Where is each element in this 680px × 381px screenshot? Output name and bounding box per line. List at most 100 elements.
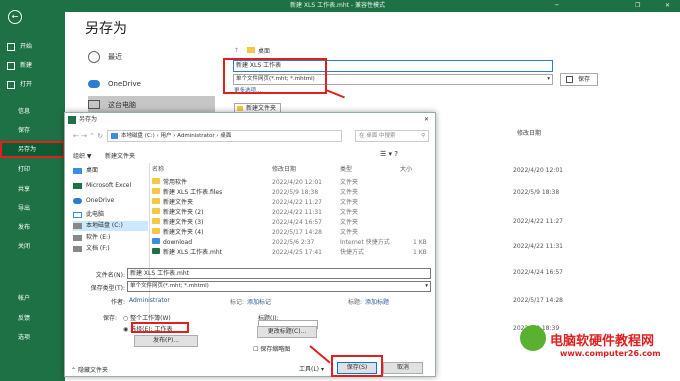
list-item: 2022/4/20 12:01: [513, 167, 563, 174]
dialog-filetype-select[interactable]: 单个文件网页(*.mht; *.mhtml) ▾: [127, 281, 431, 292]
col-date-header[interactable]: 修改日期: [272, 165, 296, 175]
nav-excel[interactable]: Microsoft Excel: [73, 181, 131, 191]
view-options-icon[interactable]: ☰ ▾ ?: [380, 150, 398, 158]
dialog-search-input[interactable]: 在 桌面 中搜索 ⚲: [355, 130, 429, 142]
menu-close[interactable]: 关闭: [0, 240, 65, 254]
dialog-new-folder-button[interactable]: 新建文件夹: [105, 151, 135, 160]
table-header: 名称 修改日期 类型 大小: [145, 165, 435, 175]
restore-button[interactable]: ❐: [635, 0, 640, 12]
annotation-arrow: [325, 89, 345, 99]
save-as-dialog: 另存为 ✕ ← → ⌃ ↻ 本地磁盘 (C:) › 用户 › Administr…: [64, 112, 436, 377]
menu-export[interactable]: 导出: [0, 202, 65, 216]
col-type-header[interactable]: 类型: [340, 165, 352, 175]
table-row[interactable]: 新建文件夹 (2) 2022/4/22 11:31 文件夹: [145, 208, 435, 218]
folder-icon: [152, 208, 160, 214]
table-row[interactable]: 新建 XLS 工作表.mht 2022/4/25 17:41 快捷方式 1 KB: [145, 248, 435, 258]
list-item: 2022/5/17 14:28: [513, 297, 563, 304]
tags-value[interactable]: 添加标记: [247, 297, 271, 306]
col-size-header[interactable]: 大小: [400, 165, 412, 175]
search-icon: ⚲: [420, 133, 425, 139]
author-value[interactable]: Administrator: [129, 297, 170, 304]
annotation-box-saveas: [0, 141, 65, 158]
close-button[interactable]: ✕: [665, 0, 670, 12]
tools-menu[interactable]: 工具(L) ▾: [299, 364, 324, 373]
computer-icon: [88, 100, 100, 109]
annotation-box-save: [331, 355, 383, 377]
menu-options[interactable]: 选项: [0, 331, 65, 345]
dialog-cancel-button[interactable]: 取消: [383, 362, 423, 374]
filename-label: 文件名(N):: [95, 272, 125, 279]
menu-info[interactable]: 信息: [0, 105, 65, 119]
menu-save[interactable]: 保存: [0, 124, 65, 138]
annotation-box-selection: [131, 322, 189, 333]
cloud-icon: [73, 198, 82, 204]
dialog-filename-input[interactable]: 新建 XLS 工作表.mht: [127, 268, 431, 279]
menu-feedback[interactable]: 反馈: [0, 312, 65, 326]
publish-button[interactable]: 发布(P)...: [134, 335, 198, 347]
change-title-button[interactable]: 更改标题(C)...: [257, 326, 317, 338]
cloud-icon: [88, 80, 100, 88]
menu-share[interactable]: 共享: [0, 183, 65, 197]
menu-open[interactable]: 打开: [0, 78, 65, 92]
thumbnail-checkbox[interactable]: ☐ 保存缩略图: [253, 344, 290, 353]
menu-new[interactable]: 新建: [0, 59, 65, 73]
dialog-titlebar: 另存为 ✕: [65, 113, 435, 127]
page-title: 另存为: [85, 21, 127, 37]
backstage-sidebar: ← 开始 新建 打开 信息 保存 另存为 打印 共享 导出 发布 关闭 帐户 反…: [0, 0, 65, 381]
nav-onedrive[interactable]: OneDrive: [73, 196, 114, 206]
organize-menu[interactable]: 组织 ▼: [73, 151, 92, 160]
watermark-url: www.computer26.com: [560, 349, 661, 358]
breadcrumb[interactable]: 本地磁盘 (C:) › 用户 › Administrator › 桌面: [107, 130, 342, 142]
path-up-arrow-icon[interactable]: 🡑: [235, 46, 238, 56]
nav-drive-c[interactable]: 本地磁盘 (C:): [73, 221, 148, 231]
location-onedrive[interactable]: OneDrive: [88, 75, 208, 93]
drive-icon: [73, 235, 82, 241]
excel-icon: [68, 116, 76, 124]
computer-icon: [73, 212, 82, 218]
list-item: 2022/5/9 18:38: [513, 189, 560, 196]
nav-drive-f[interactable]: 文档 (F:): [73, 244, 110, 254]
menu-account[interactable]: 帐户: [0, 292, 65, 306]
annotation-arrow: [309, 345, 331, 364]
location-recent[interactable]: 最近: [88, 48, 208, 66]
table-row[interactable]: 新建文件夹 2022/4/22 11:27 文件夹: [145, 198, 435, 208]
option-whole-workbook[interactable]: ○ 整个工作簿(W): [123, 313, 171, 322]
minimize-button[interactable]: ─: [555, 0, 559, 12]
hide-folders-toggle[interactable]: ⌃ 隐藏文件夹: [71, 365, 108, 374]
list-item: 2022/4/22 11:31: [513, 243, 563, 250]
folder-icon: [152, 188, 160, 194]
folder-icon: [152, 218, 160, 224]
back-arrow-icon[interactable]: ←: [8, 10, 22, 24]
nav-arrows[interactable]: ← → ⌃ ↻: [73, 132, 103, 140]
chevron-down-icon: ▾: [425, 283, 428, 289]
list-item: 2022/4/22 11:27: [513, 218, 563, 225]
menu-print[interactable]: 打印: [0, 163, 65, 177]
nav-drive-e[interactable]: 软件 (E:): [73, 233, 110, 243]
folder-icon: [152, 228, 160, 234]
annotation-box-filename: [223, 58, 327, 94]
nav-desktop[interactable]: 桌面: [73, 166, 98, 176]
menu-home[interactable]: 开始: [0, 40, 65, 54]
save-scope-label: 保存:: [103, 315, 118, 322]
watermark-logo: [520, 325, 546, 351]
window-title: 新建 XLS 工作表.mht - 兼容性模式: [290, 2, 385, 9]
folder-icon: [152, 198, 160, 204]
col-modified-header[interactable]: 修改日期: [517, 128, 541, 137]
excel-icon: [73, 183, 82, 189]
dialog-close-icon[interactable]: ✕: [424, 113, 429, 127]
table-row[interactable]: 新建文件夹 (4) 2022/5/17 14:28 文件夹: [145, 228, 435, 238]
title-label: 标题:: [348, 299, 363, 306]
backstage-save-button[interactable]: 保存: [560, 73, 598, 86]
author-label: 作者:: [110, 299, 125, 306]
table-row[interactable]: download 2022/5/6 2:37 Internet 快捷方式 1 KB: [145, 238, 435, 248]
table-row[interactable]: 常用软件 2022/4/20 12:01 文件夹: [145, 178, 435, 188]
col-name-header[interactable]: 名称: [152, 165, 164, 175]
drive-icon: [73, 246, 82, 252]
title-value[interactable]: 添加标题: [365, 297, 389, 306]
folder-icon: [7, 81, 15, 89]
nav-this-pc[interactable]: 此电脑: [73, 210, 104, 220]
menu-publish[interactable]: 发布: [0, 221, 65, 235]
table-row[interactable]: 新建 XLS 工作表.files 2022/5/9 18:38 文件夹: [145, 188, 435, 198]
shortcut-icon: [152, 238, 160, 244]
table-row[interactable]: 新建文件夹 (3) 2022/4/24 16:57 文件夹: [145, 218, 435, 228]
